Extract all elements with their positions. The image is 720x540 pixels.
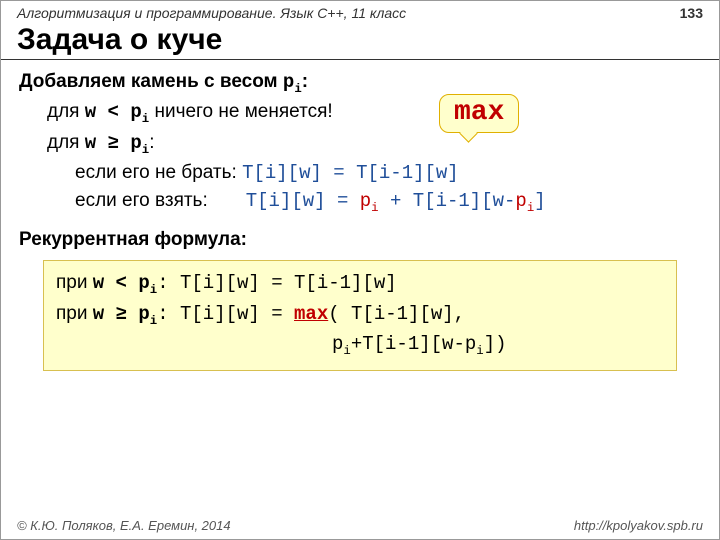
copyright-text: © К.Ю. Поляков, Е.А. Еремин, 2014: [17, 518, 231, 533]
recurrence-heading: Рекуррентная формула:: [19, 226, 701, 255]
source-url[interactable]: http://kpolyakov.spb.ru: [574, 518, 703, 533]
formula-case-lt: при w < pi: T[i][w] = T[i-1][w]: [56, 269, 664, 299]
slide-title: Задача о куче: [1, 21, 719, 60]
case-skip-stone: если его не брать: T[i][w] = T[i-1][w]: [75, 159, 701, 188]
page-number: 133: [680, 5, 703, 21]
case-w-ge-pi: для w ≥ pi:: [47, 129, 701, 159]
slide: Алгоритмизация и программирование. Язык …: [0, 0, 720, 540]
formula-case-ge-cont: pi+T[i-1][w-pi]): [332, 330, 664, 360]
case-w-lt-pi: для w < pi ничего не меняется!: [47, 98, 701, 128]
slide-header: Алгоритмизация и программирование. Язык …: [1, 1, 719, 21]
formula-box: при w < pi: T[i][w] = T[i-1][w] при w ≥ …: [43, 260, 677, 371]
adding-stone-heading: Добавляем камень с весом pi:: [19, 68, 701, 98]
slide-content: Добавляем камень с весом pi: для w < pi …: [1, 60, 719, 371]
formula-case-ge: при w ≥ pi: T[i][w] = max( T[i-1][w],: [56, 300, 664, 330]
slide-footer: © К.Ю. Поляков, Е.А. Еремин, 2014 http:/…: [1, 518, 719, 533]
max-callout: max: [439, 94, 519, 133]
max-label: max: [454, 97, 504, 128]
case-take-stone: если его взять:T[i][w] = pi + T[i-1][w-p…: [75, 187, 701, 217]
course-name: Алгоритмизация и программирование. Язык …: [17, 5, 406, 21]
